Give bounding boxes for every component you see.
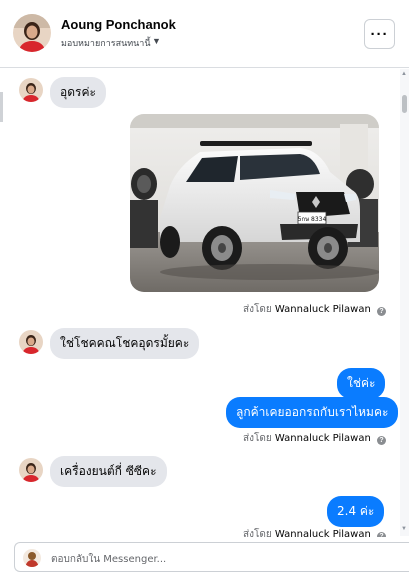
sent-by-label: ส่งโดย Wannaluck Pilawan ?	[243, 431, 386, 446]
conversation-header: Aoung Ponchanok มอบหมายการสนทนานี้ ▼ ···	[0, 0, 409, 68]
license-plate-text: 5กษ 8334	[298, 216, 327, 223]
caret-down-icon[interactable]: ▼	[152, 36, 161, 46]
more-options-button[interactable]: ···	[364, 19, 395, 49]
page-avatar	[23, 549, 41, 567]
reply-composer: ตอบกลับใน Messenger...	[0, 537, 409, 573]
info-icon[interactable]: ?	[377, 436, 386, 445]
scroll-up-arrow-icon[interactable]: ▲	[401, 71, 407, 77]
reply-input[interactable]: ตอบกลับใน Messenger...	[14, 542, 409, 572]
car-photo-attachment[interactable]: 5กษ 8334	[130, 114, 379, 292]
incoming-message[interactable]: เครื่องยนต์กี่ ซีซีคะ	[50, 456, 167, 487]
assign-conversation-link[interactable]: มอบหมายการสนทนานี้	[61, 36, 151, 50]
scrollbar[interactable]	[400, 69, 409, 536]
sender-avatar	[19, 78, 43, 102]
outgoing-message[interactable]: ใช่ค่ะ	[337, 368, 386, 399]
scrollbar-thumb[interactable]	[402, 95, 407, 113]
reply-placeholder: ตอบกลับใน Messenger...	[51, 554, 167, 565]
outgoing-message[interactable]: 2.4 ค่ะ	[327, 496, 385, 527]
sender-avatar	[19, 458, 43, 482]
scroll-down-arrow-icon[interactable]: ▼	[401, 526, 407, 532]
contact-avatar[interactable]	[13, 14, 51, 52]
sender-name[interactable]: Wannaluck Pilawan	[275, 433, 371, 444]
sent-by-label: ส่งโดย Wannaluck Pilawan ?	[243, 302, 386, 317]
sender-name[interactable]: Wannaluck Pilawan	[275, 304, 371, 315]
sender-avatar	[19, 330, 43, 354]
left-panel-edge	[0, 92, 3, 122]
incoming-message[interactable]: ใช่โชคคณโชคอุดรมั้ยคะ	[50, 328, 200, 359]
outgoing-message[interactable]: ลูกค้าเคยออกรถกับเราไหมคะ	[226, 397, 399, 428]
incoming-message[interactable]: อุดรค่ะ	[50, 77, 106, 108]
info-icon[interactable]: ?	[377, 307, 386, 316]
contact-name[interactable]: Aoung Ponchanok	[61, 17, 176, 32]
